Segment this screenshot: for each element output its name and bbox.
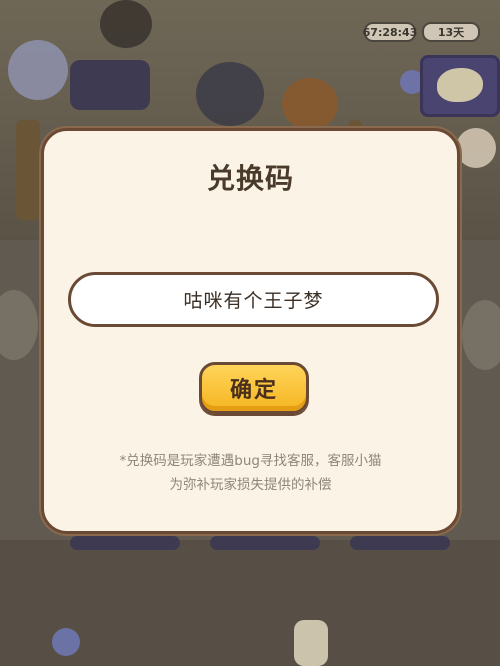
deer-decoration (282, 78, 338, 130)
cake-decoration (8, 40, 68, 100)
redeem-code-dialog: 兑换码 咕咪有个王子梦 确定 *兑换码是玩家遭遇bug寻找客服，客服小猫 为弥补… (41, 128, 460, 534)
counter-shelf (70, 536, 180, 550)
palette-icon (437, 68, 483, 102)
note-line: 为弥补玩家损失提供的补偿 (169, 477, 332, 493)
redeem-code-input[interactable]: 咕咪有个王子梦 (68, 272, 439, 327)
day-counter: 13天 (422, 22, 480, 42)
confirm-button[interactable]: 确定 (199, 362, 309, 414)
note-line: *兑换码是玩家遭遇bug寻找客服，客服小猫 (119, 453, 382, 469)
cat-decoration (456, 128, 496, 168)
jar-decoration (294, 620, 328, 666)
counter-shelf (350, 536, 450, 550)
redeem-note: *兑换码是玩家遭遇bug寻找客服，客服小猫 为弥补玩家损失提供的补偿 (74, 449, 427, 497)
countdown-timer: 67:28:43 (363, 22, 417, 42)
dialog-title: 兑换码 (206, 162, 294, 195)
counter-shelf (210, 536, 320, 550)
paint-palette-sign[interactable] (420, 55, 500, 117)
wooden-post (16, 120, 40, 220)
pot-decoration (196, 62, 264, 126)
flower-decoration (52, 628, 80, 656)
counter-shelf (70, 60, 150, 110)
cat-head-decoration (100, 0, 152, 48)
cat-silhouette (462, 300, 500, 370)
